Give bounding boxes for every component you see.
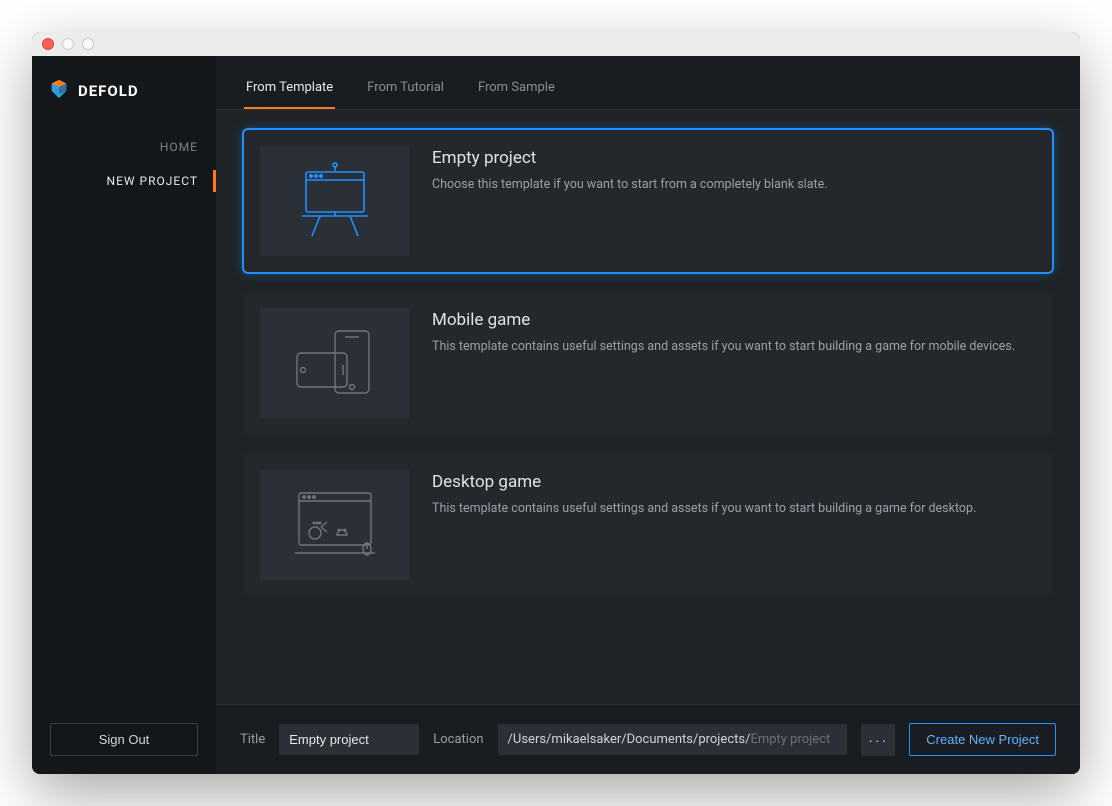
template-card-mobile[interactable]: Mobile game This template contains usefu… xyxy=(244,292,1052,434)
zoom-icon[interactable] xyxy=(82,38,94,50)
template-desc: This template contains useful settings a… xyxy=(432,500,976,518)
footer-bar: Title Location /Users/mikaelsaker/Docume… xyxy=(216,704,1080,774)
main-panel: From Template From Tutorial From Sample xyxy=(216,56,1080,774)
location-suffix: Empty project xyxy=(750,732,830,747)
tab-label: From Template xyxy=(246,80,333,95)
template-desc: Choose this template if you want to star… xyxy=(432,176,828,194)
tab-from-template[interactable]: From Template xyxy=(244,80,335,109)
tab-from-sample[interactable]: From Sample xyxy=(476,80,557,109)
minimize-icon[interactable] xyxy=(62,38,74,50)
location-input[interactable]: /Users/mikaelsaker/Documents/projects/Em… xyxy=(498,724,848,755)
template-title: Empty project xyxy=(432,148,828,168)
template-card-empty[interactable]: Empty project Choose this template if yo… xyxy=(244,130,1052,272)
easel-icon xyxy=(260,146,410,256)
sidebar-item-home[interactable]: HOME xyxy=(32,130,216,164)
desktop-monitor-icon xyxy=(260,470,410,580)
defold-logo-icon xyxy=(48,78,70,104)
sidebar-item-label: NEW PROJECT xyxy=(107,174,198,188)
template-list: Empty project Choose this template if yo… xyxy=(216,110,1080,704)
location-path: /Users/mikaelsaker/Documents/projects/ xyxy=(508,732,751,747)
sidebar-item-new-project[interactable]: NEW PROJECT xyxy=(32,164,216,198)
signout-button[interactable]: Sign Out xyxy=(50,723,198,756)
tab-label: From Sample xyxy=(478,80,555,95)
mobile-devices-icon xyxy=(260,308,410,418)
browse-button[interactable]: ··· xyxy=(861,724,895,756)
template-title: Mobile game xyxy=(432,310,1015,330)
tab-label: From Tutorial xyxy=(367,80,444,95)
titlebar xyxy=(32,32,1080,56)
title-label: Title xyxy=(240,732,265,747)
template-card-desktop[interactable]: Desktop game This template contains usef… xyxy=(244,454,1052,596)
template-desc: This template contains useful settings a… xyxy=(432,338,1015,356)
app-window: DEFOLD HOME NEW PROJECT Sign Out From Te… xyxy=(32,32,1080,774)
brand-label: DEFOLD xyxy=(78,82,139,100)
title-input[interactable] xyxy=(279,724,419,755)
create-new-project-button[interactable]: Create New Project xyxy=(909,723,1056,756)
sidebar: DEFOLD HOME NEW PROJECT Sign Out xyxy=(32,56,216,774)
close-icon[interactable] xyxy=(42,38,54,50)
tab-from-tutorial[interactable]: From Tutorial xyxy=(365,80,446,109)
tabs: From Template From Tutorial From Sample xyxy=(216,56,1080,110)
sidebar-item-label: HOME xyxy=(160,140,198,154)
location-label: Location xyxy=(433,732,483,747)
logo: DEFOLD xyxy=(32,68,216,124)
template-title: Desktop game xyxy=(432,472,976,492)
